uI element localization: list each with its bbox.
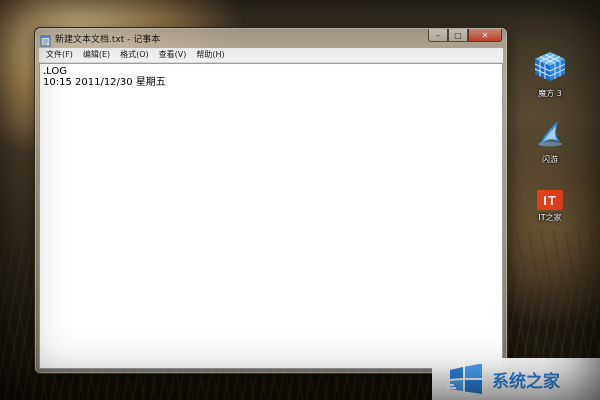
minimize-button[interactable]: – (428, 29, 448, 42)
menu-format[interactable]: 格式(O) (115, 48, 154, 62)
ithome-icon: IT (537, 190, 563, 210)
windows-logo-icon (446, 363, 486, 394)
menu-help[interactable]: 帮助(H) (191, 48, 229, 62)
desktop: 新建文本文档.txt - 记事本 – □ ✕ 文件(F) 编辑(E) 格式(O)… (0, 0, 600, 400)
watermark: 系统之家 (432, 358, 600, 400)
desktop-icon-shanyou[interactable]: 闪游 (526, 118, 574, 165)
caption-buttons: – □ ✕ (428, 29, 502, 42)
editor-line: 10:15 2011/12/30 星期五 (43, 77, 166, 88)
flash-browser-icon (534, 118, 566, 152)
desktop-icon-label: IT之家 (538, 213, 562, 222)
maximize-button[interactable]: □ (448, 29, 468, 42)
menu-bar: 文件(F) 编辑(E) 格式(O) 查看(V) 帮助(H) (39, 48, 503, 63)
desktop-icon-label: 魔方 3 (538, 89, 562, 98)
window-title: 新建文本文档.txt - 记事本 (55, 35, 161, 45)
watermark-text: 系统之家 (492, 371, 560, 392)
close-button[interactable]: ✕ (468, 29, 502, 42)
menu-view[interactable]: 查看(V) (154, 48, 192, 62)
close-icon: ✕ (481, 30, 489, 40)
desktop-icon-mofang[interactable]: 魔方 3 (526, 50, 574, 99)
menu-edit[interactable]: 编辑(E) (78, 48, 115, 62)
menu-file[interactable]: 文件(F) (41, 48, 78, 62)
desktop-icon-label: 闪游 (542, 155, 558, 164)
text-editor[interactable]: .LOG 10:15 2011/12/30 星期五 (39, 63, 503, 369)
editor-line: .LOG (43, 66, 68, 77)
rubiks-cube-icon (533, 50, 567, 86)
title-bar[interactable]: 新建文本文档.txt - 记事本 – □ ✕ (35, 28, 507, 48)
notepad-icon (40, 32, 51, 47)
notepad-window[interactable]: 新建文本文档.txt - 记事本 – □ ✕ 文件(F) 编辑(E) 格式(O)… (34, 27, 508, 374)
desktop-icon-ithome[interactable]: IT IT之家 (526, 190, 574, 223)
maximize-icon: □ (454, 30, 462, 40)
minimize-icon: – (436, 30, 440, 40)
